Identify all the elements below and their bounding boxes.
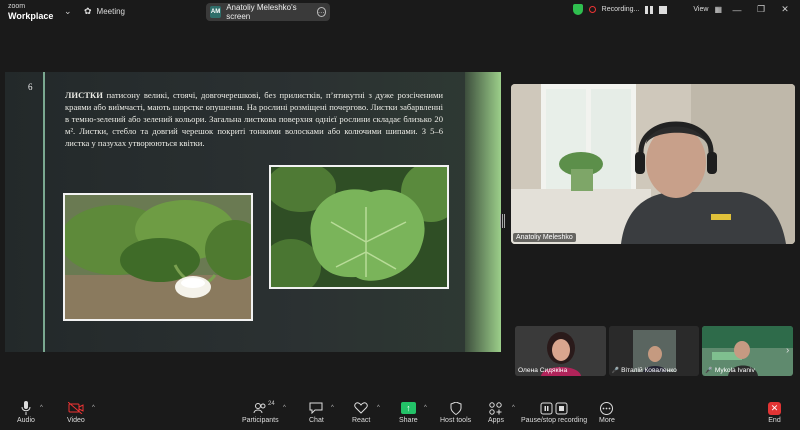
minimize-icon[interactable]: — (728, 5, 746, 15)
share-label: Anatoliy Meleshko's screen (226, 3, 297, 21)
meeting-label: Meeting (96, 7, 126, 16)
more-label: More (599, 417, 615, 424)
close-icon[interactable]: ✕ (776, 4, 794, 15)
slide-body: патисону великі, стоячі, довгочерешкові,… (65, 90, 443, 149)
chat-icon (309, 401, 323, 415)
participants-count: 24 (268, 401, 275, 407)
video-off-icon (67, 401, 84, 415)
record-controls-icon (540, 401, 568, 415)
pattypan-squash-photo (63, 193, 253, 321)
participant-tile[interactable]: 🎤 Віталій Коваленко (608, 326, 700, 376)
participant-name: 🎤 Віталій Коваленко (611, 367, 677, 374)
video-options-caret[interactable]: ^ (92, 405, 95, 411)
top-right-controls: Recording... View ▦ — ❐ ✕ (572, 4, 794, 15)
more-icon (600, 401, 614, 415)
chevron-down-icon[interactable]: ⌄ (64, 6, 72, 17)
more-options-icon[interactable]: … (316, 7, 326, 17)
shared-screen: 6 ЛИСТКИ патисону великі, стоячі, довгоч… (5, 72, 501, 352)
squash-leaf-photo (269, 165, 449, 289)
logo-line1: zoom (8, 3, 26, 10)
react-label: React (352, 417, 371, 424)
view-grid-icon[interactable]: ▦ (714, 5, 722, 14)
apps-button[interactable]: Apps (488, 401, 504, 424)
top-bar: zoom Workplace ⌄ ✿ Meeting AM Anatoliy M… (0, 0, 800, 24)
heart-icon (354, 401, 368, 415)
share-screen-icon: ↑ (400, 402, 416, 414)
chat-button[interactable]: Chat (309, 401, 324, 424)
mic-muted-icon: 🎤 (705, 368, 713, 374)
sharer-avatar: AM (210, 6, 222, 18)
pause-recording-icon[interactable] (645, 5, 654, 14)
video-label: Video (67, 417, 85, 424)
video-button[interactable]: Video (67, 401, 85, 424)
participants-label: Participants (242, 417, 279, 424)
participants-options-caret[interactable]: ^ (283, 405, 286, 411)
speaker-name-tag: Anatoliy Meleshko (513, 233, 576, 242)
paw-icon: ✿ (84, 6, 92, 16)
end-button[interactable]: ✕ End (768, 401, 781, 424)
recording-icon (588, 6, 596, 13)
apps-icon (489, 401, 503, 415)
share-options-caret[interactable]: ^ (424, 405, 427, 411)
slide-right-decoration (465, 72, 501, 352)
chat-label: Chat (309, 417, 324, 424)
end-meeting-icon: ✕ (768, 401, 781, 415)
participant-name: 🎤 Mykola Ivaniv (705, 367, 755, 374)
recording-label: Recording... (601, 6, 640, 13)
chevron-right-icon[interactable]: › (786, 345, 789, 356)
chat-options-caret[interactable]: ^ (331, 405, 334, 411)
apps-label: Apps (488, 417, 504, 424)
record-label: Pause/stop recording (521, 417, 588, 424)
host-tools-button[interactable]: Host tools (440, 401, 471, 424)
stop-recording-icon[interactable] (659, 5, 668, 14)
microphone-icon (21, 401, 31, 415)
meeting-info-button[interactable]: ✿ Meeting (84, 6, 125, 17)
meeting-toolbar: Audio ^ Video ^ Participants 24 ^ Chat ^… (0, 398, 800, 430)
audio-button[interactable]: Audio (17, 401, 35, 424)
audio-label: Audio (17, 417, 35, 424)
pause-stop-recording-button[interactable]: Pause/stop recording (521, 401, 587, 424)
participant-thumbnails: Олена Сидякіна 🎤 Віталій Коваленко 🎤 Mykol… (515, 326, 794, 376)
panel-resize-handle[interactable] (500, 214, 505, 228)
share-label: Share (399, 417, 418, 424)
end-label: End (768, 417, 781, 424)
slide-heading: ЛИСТКИ (65, 90, 103, 100)
screen-share-indicator[interactable]: AM Anatoliy Meleshko's screen … (206, 3, 330, 21)
participant-tile[interactable]: 🎤 Mykola Ivaniv (702, 326, 794, 376)
participants-icon (253, 401, 267, 415)
more-button[interactable]: More (599, 401, 615, 424)
slide-text: ЛИСТКИ патисону великі, стоячі, довгочер… (65, 89, 443, 149)
react-button[interactable]: React (352, 401, 370, 424)
active-speaker-video[interactable]: Anatoliy Meleshko (511, 84, 795, 244)
share-button[interactable]: ↑ Share (399, 401, 418, 424)
host-tools-label: Host tools (440, 417, 472, 424)
zoom-logo: zoom Workplace (8, 3, 54, 21)
react-options-caret[interactable]: ^ (377, 405, 380, 411)
audio-options-caret[interactable]: ^ (40, 405, 43, 411)
participant-name: Олена Сидякіна (518, 367, 568, 374)
restore-icon[interactable]: ❐ (752, 4, 770, 15)
view-button[interactable]: View (693, 6, 708, 13)
mic-muted-icon: 🎤 (611, 368, 620, 374)
apps-options-caret[interactable]: ^ (512, 405, 515, 411)
slide-left-line (43, 72, 45, 352)
participant-tile[interactable]: Олена Сидякіна (515, 326, 606, 376)
presentation-slide: 6 ЛИСТКИ патисону великі, стоячі, довгоч… (5, 72, 501, 352)
host-shield-icon (450, 401, 462, 415)
logo-line2: Workplace (8, 11, 54, 21)
slide-number: 6 (28, 82, 33, 92)
security-shield-icon[interactable] (572, 4, 583, 15)
